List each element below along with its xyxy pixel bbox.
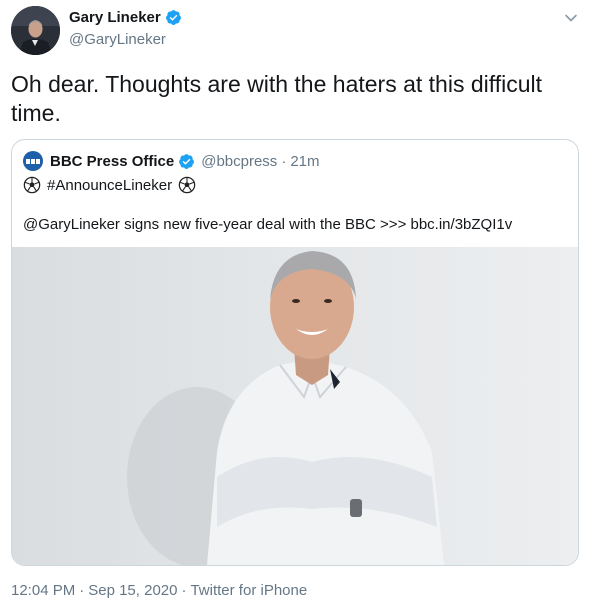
tweet-time[interactable]: 12:04 PM bbox=[11, 582, 75, 599]
author-name[interactable]: Gary Lineker bbox=[69, 9, 161, 26]
tweet-source[interactable]: Twitter for iPhone bbox=[190, 582, 307, 599]
author-handle[interactable]: @GaryLineker bbox=[69, 31, 166, 48]
tweet-footer: 12:04 PM · Sep 15, 2020 · Twitter for iP… bbox=[11, 582, 307, 599]
tweet-date[interactable]: Sep 15, 2020 bbox=[88, 582, 177, 599]
chevron-down-icon[interactable] bbox=[563, 10, 579, 26]
separator: · bbox=[281, 152, 287, 170]
quoted-tweet-body: @GaryLineker signs new five-year deal wi… bbox=[23, 216, 513, 233]
verified-icon bbox=[179, 153, 195, 169]
author-name-row[interactable]: Gary Lineker bbox=[69, 9, 182, 26]
quoted-tweet-photo[interactable] bbox=[12, 247, 578, 565]
quoted-author-name[interactable]: BBC Press Office bbox=[50, 153, 174, 170]
quoted-tweet[interactable]: BBC Press Office @bbcpress · 21m #Announ… bbox=[11, 139, 579, 566]
tweet-text: Oh dear. Thoughts are with the haters at… bbox=[11, 71, 543, 126]
avatar[interactable] bbox=[11, 6, 60, 55]
quoted-time[interactable]: 21m bbox=[290, 153, 319, 170]
bbc-logo bbox=[23, 151, 43, 171]
soccer-ball-icon bbox=[23, 176, 41, 194]
hashtag[interactable]: #AnnounceLineker bbox=[47, 177, 172, 194]
quoted-author-handle[interactable]: @bbcpress bbox=[201, 153, 277, 170]
verified-icon bbox=[165, 10, 181, 25]
separator: · bbox=[79, 582, 85, 599]
separator: · bbox=[181, 582, 187, 599]
quoted-tweet-header: BBC Press Office @bbcpress · 21m bbox=[23, 151, 320, 171]
quoted-hashtag-line: #AnnounceLineker bbox=[23, 176, 196, 194]
soccer-ball-icon bbox=[178, 176, 196, 194]
